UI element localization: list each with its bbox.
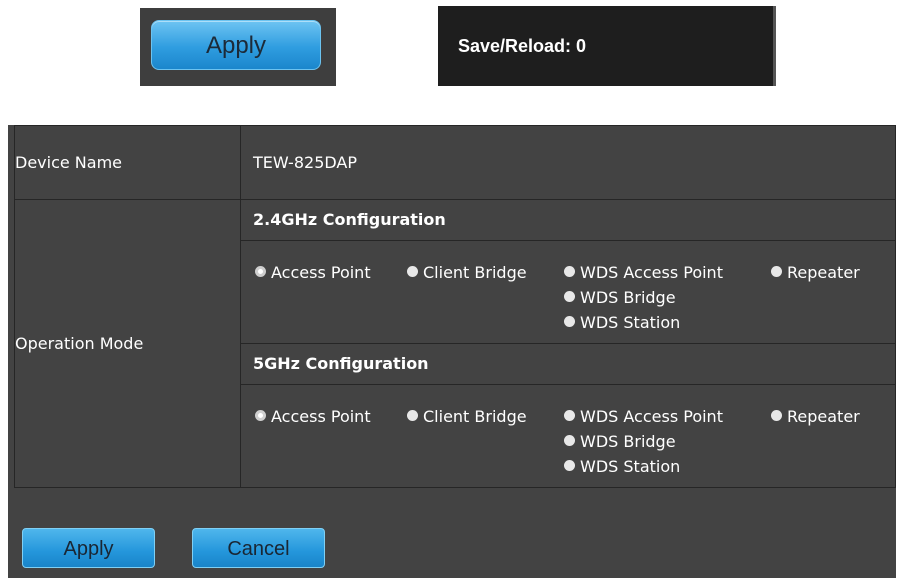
radio-unselected-icon [407, 266, 418, 277]
band5-radio-wds-bridge[interactable]: WDS Bridge [564, 432, 676, 451]
band5-radio-repeater[interactable]: Repeater [771, 407, 860, 426]
operation-mode-label: Operation Mode [14, 199, 241, 488]
radio-unselected-icon [564, 316, 575, 327]
band5-header: 5GHz Configuration [241, 343, 895, 385]
radio-label: WDS Bridge [580, 288, 676, 307]
band24-radio-wds-station[interactable]: WDS Station [564, 313, 680, 332]
radio-label: Client Bridge [423, 407, 527, 426]
cancel-button[interactable]: Cancel [192, 528, 325, 568]
top-apply-panel: Apply [140, 8, 336, 86]
operation-mode-row: Operation Mode 2.4GHz Configuration Acce… [14, 199, 896, 488]
device-name-value: TEW-825DAP [253, 153, 357, 172]
band5-radio-client-bridge[interactable]: Client Bridge [407, 407, 527, 426]
band24-radio-repeater[interactable]: Repeater [771, 263, 860, 282]
radio-unselected-icon [564, 410, 575, 421]
radio-unselected-icon [564, 266, 575, 277]
radio-unselected-icon [407, 410, 418, 421]
radio-label: Access Point [271, 263, 371, 282]
radio-unselected-icon [564, 460, 575, 471]
radio-selected-icon [255, 266, 266, 277]
radio-label: WDS Station [580, 457, 681, 476]
radio-selected-icon [255, 410, 266, 421]
band5-radio-access-point[interactable]: Access Point [255, 407, 371, 426]
settings-table: Device Name TEW-825DAP Operation Mode 2.… [14, 125, 896, 488]
radio-label: Repeater [787, 407, 860, 426]
top-apply-button[interactable]: Apply [151, 20, 321, 70]
band5-radio-wds-access-point[interactable]: WDS Access Point [564, 407, 723, 426]
band24-radio-wds-bridge[interactable]: WDS Bridge [564, 288, 676, 307]
radio-label: WDS Access Point [580, 263, 723, 282]
device-name-cell: TEW-825DAP [240, 125, 896, 200]
band24-header: 2.4GHz Configuration [241, 200, 895, 241]
radio-unselected-icon [564, 435, 575, 446]
radio-label: Repeater [787, 263, 860, 282]
band24-radio-access-point[interactable]: Access Point [255, 263, 371, 282]
radio-unselected-icon [564, 291, 575, 302]
radio-label: WDS Access Point [580, 407, 723, 426]
band5-radio-wds-station[interactable]: WDS Station [564, 457, 680, 476]
save-reload-panel: Save/Reload: 0 [438, 6, 776, 86]
band24-radio-wds-access-point[interactable]: WDS Access Point [564, 263, 723, 282]
operation-mode-cell: 2.4GHz Configuration Access Point Client… [240, 199, 896, 488]
save-reload-status: Save/Reload: 0 [458, 36, 587, 56]
radio-unselected-icon [771, 266, 782, 277]
radio-label: WDS Station [580, 313, 681, 332]
band24-radio-client-bridge[interactable]: Client Bridge [407, 263, 527, 282]
apply-button[interactable]: Apply [22, 528, 155, 568]
radio-unselected-icon [771, 410, 782, 421]
radio-label: Access Point [271, 407, 371, 426]
band5-radio-group: Access Point Client Bridge WDS Access Po… [241, 385, 895, 487]
radio-label: WDS Bridge [580, 432, 676, 451]
band24-radio-group: Access Point Client Bridge WDS Access Po… [241, 241, 895, 343]
device-name-label: Device Name [14, 125, 241, 200]
device-name-row: Device Name TEW-825DAP [14, 125, 896, 200]
radio-label: Client Bridge [423, 263, 527, 282]
config-panel: Device Name TEW-825DAP Operation Mode 2.… [8, 125, 896, 578]
